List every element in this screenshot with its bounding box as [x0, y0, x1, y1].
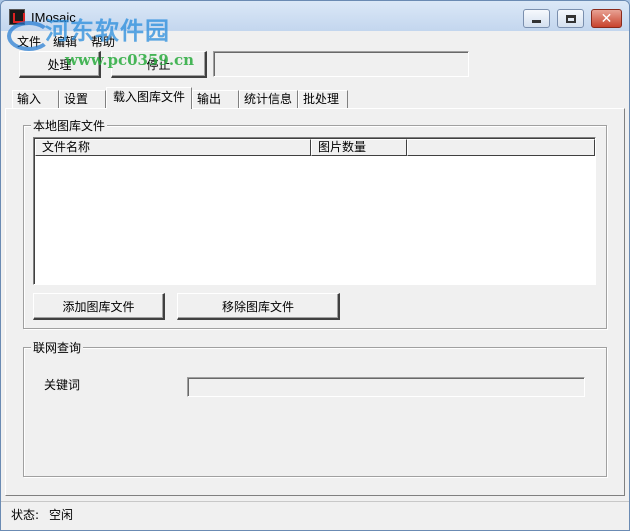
minimize-icon [532, 20, 541, 23]
column-image-count[interactable]: 图片数量 [311, 139, 407, 156]
close-button[interactable]: ✕ [591, 9, 622, 28]
online-query-title: 联网查询 [31, 339, 84, 356]
remove-library-button[interactable]: 移除图库文件 [177, 293, 340, 320]
watermark-url: www.pc0359.cn [65, 51, 195, 69]
maximize-icon [565, 14, 576, 23]
status-value: 空闲 [49, 508, 74, 522]
list-header: 文件名称 图片数量 [35, 139, 595, 156]
watermark-text: 河东软件园 [45, 16, 170, 45]
minimize-button[interactable] [523, 9, 550, 28]
tab-statistics[interactable]: 统计信息 [239, 90, 298, 108]
maximize-button[interactable] [557, 9, 584, 28]
tab-load-library[interactable]: 载入图库文件 [106, 87, 192, 109]
status-bar: 状态: 空闲 [1, 501, 629, 530]
status-label: 状态: [11, 508, 40, 522]
keyword-label: 关键词 [44, 378, 81, 392]
progress-bar [213, 51, 469, 77]
close-icon: ✕ [600, 10, 613, 27]
app-window: IMosaic ✕ 文件 编辑 帮助 处理 停止 输入 设置 载入图库文件 输出… [0, 0, 630, 531]
tab-batch[interactable]: 批处理 [298, 90, 348, 108]
library-list[interactable]: 文件名称 图片数量 [33, 137, 596, 285]
keyword-input[interactable] [187, 377, 585, 397]
online-query-group: 联网查询 [23, 339, 607, 477]
column-file-name[interactable]: 文件名称 [35, 139, 311, 156]
column-filler [407, 139, 595, 156]
tab-input[interactable]: 输入 [12, 90, 59, 108]
tab-output[interactable]: 输出 [192, 90, 239, 108]
local-library-title: 本地图库文件 [31, 117, 108, 134]
add-library-button[interactable]: 添加图库文件 [33, 293, 165, 320]
tab-settings[interactable]: 设置 [59, 90, 106, 108]
